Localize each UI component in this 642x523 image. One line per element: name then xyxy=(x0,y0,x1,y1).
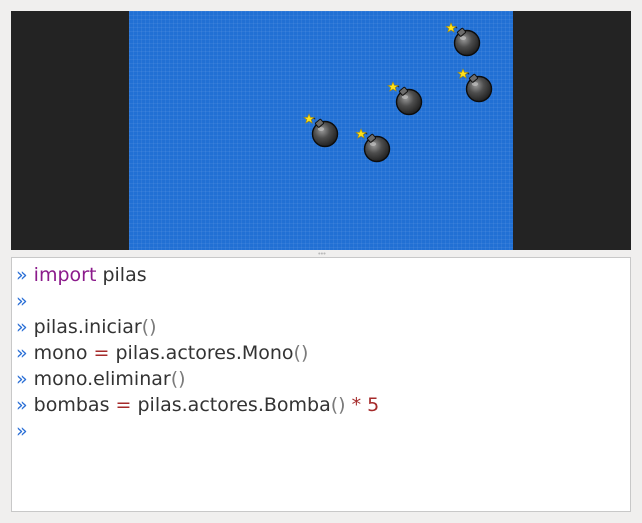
code-token: bombas xyxy=(33,394,116,416)
code-token: mono xyxy=(33,342,94,364)
prompt-marker: » xyxy=(16,316,28,338)
grip-icon xyxy=(318,252,326,255)
bomb-icon[interactable] xyxy=(455,68,495,104)
prompt-marker: » xyxy=(16,290,28,312)
game-stage[interactable] xyxy=(129,11,513,250)
code-token: = xyxy=(93,342,110,364)
code-token: 5 xyxy=(367,394,380,416)
code-token: () xyxy=(330,394,346,416)
interactive-console[interactable]: » import pilas»» pilas.iniciar()» mono =… xyxy=(11,257,631,512)
console-lines: » import pilas»» pilas.iniciar()» mono =… xyxy=(16,262,379,444)
bomb-icon[interactable] xyxy=(385,81,425,117)
splitter-handle[interactable] xyxy=(11,250,631,257)
code-token: pilas.actores.Mono xyxy=(109,342,294,364)
console-line: » xyxy=(16,288,379,314)
prompt-marker: » xyxy=(16,264,28,286)
console-line: » mono.eliminar() xyxy=(16,366,379,392)
prompt-marker: » xyxy=(16,342,28,364)
code-token: () xyxy=(170,368,186,390)
console-line: » pilas.iniciar() xyxy=(16,314,379,340)
code-token: pilas.actores.Bomba xyxy=(131,394,331,416)
bomb-icon[interactable] xyxy=(301,113,341,149)
code-token: = xyxy=(115,394,132,416)
console-line: » bombas = pilas.actores.Bomba() * 5 xyxy=(16,392,379,418)
bomb-icon[interactable] xyxy=(443,22,483,58)
code-token: () xyxy=(293,342,309,364)
game-canvas[interactable] xyxy=(11,11,631,250)
code-token: () xyxy=(141,316,157,338)
code-token: mono.eliminar xyxy=(33,368,171,390)
prompt-marker: » xyxy=(16,420,28,442)
console-line: » xyxy=(16,418,379,444)
code-token: pilas.iniciar xyxy=(33,316,142,338)
code-token: import xyxy=(33,264,97,286)
console-line: » mono = pilas.actores.Mono() xyxy=(16,340,379,366)
console-line: » import pilas xyxy=(16,262,379,288)
code-token: * xyxy=(345,394,368,416)
code-token: pilas xyxy=(96,264,147,286)
prompt-marker: » xyxy=(16,368,28,390)
prompt-marker: » xyxy=(16,394,28,416)
bomb-icon[interactable] xyxy=(353,128,393,164)
